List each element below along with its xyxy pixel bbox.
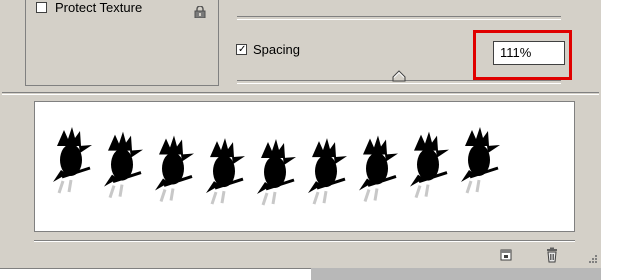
brush-stroke-mark — [306, 136, 349, 206]
brush-stroke-mark — [255, 137, 298, 207]
new-preset-icon[interactable] — [498, 247, 514, 263]
spacing-row[interactable]: ✓ Spacing — [236, 40, 300, 58]
spacing-checkbox[interactable]: ✓ — [236, 43, 247, 55]
protect-texture-checkbox[interactable] — [36, 1, 47, 13]
window-edge — [601, 0, 625, 280]
slider-track-top — [237, 16, 561, 20]
protect-texture-label: Protect Texture — [55, 0, 143, 15]
brush-stroke-mark — [408, 130, 451, 200]
protect-texture-row[interactable]: Protect Texture — [36, 0, 142, 17]
panel-shadow — [311, 268, 602, 280]
brush-stroke-mark — [357, 133, 400, 203]
brush-stroke-preview — [34, 101, 575, 232]
spacing-slider-thumb[interactable] — [392, 70, 406, 82]
spacing-value-input[interactable]: 111% — [493, 41, 565, 65]
brush-stroke-mark — [459, 125, 502, 195]
brush-stroke-mark — [204, 136, 247, 206]
preview-canvas — [51, 125, 502, 207]
texture-options-group: Protect Texture — [25, 0, 219, 86]
checkmark-icon: ✓ — [238, 43, 247, 55]
brush-stroke-mark — [102, 130, 145, 200]
spacing-label: Spacing — [253, 41, 300, 57]
brush-stroke-mark — [51, 125, 94, 195]
footer-divider — [34, 240, 575, 242]
lock-icon[interactable] — [194, 6, 206, 18]
trash-icon[interactable] — [544, 247, 560, 263]
brush-stroke-mark — [153, 133, 196, 203]
brush-strokes — [51, 125, 502, 207]
resize-grip-icon[interactable] — [584, 252, 598, 266]
section-divider — [2, 92, 599, 95]
brush-options-panel: Protect Texture ✓ Spacing 111% — [0, 0, 602, 269]
